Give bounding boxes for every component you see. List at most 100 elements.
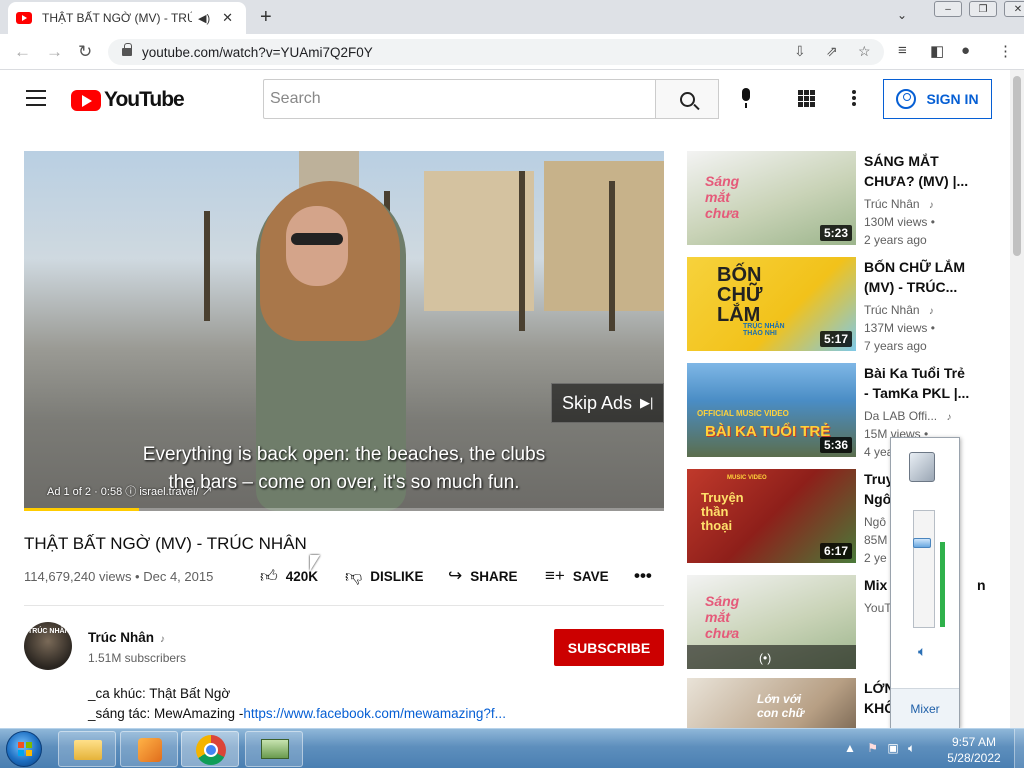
video-frame-building [424, 171, 534, 311]
tab-title: THẬT BẤT NGỜ (MV) - TRÚC [42, 11, 192, 25]
system-tray: ▲ ⚑ ▣ 🔈︎ [844, 741, 915, 756]
thumbnail-text: Truyện thần thoại [701, 490, 744, 533]
info-icon[interactable]: ⓘ [125, 486, 139, 498]
minimize-icon[interactable]: – [934, 1, 962, 17]
ad-progress-bar[interactable] [24, 508, 664, 511]
mouse-cursor [310, 555, 320, 571]
volume-tray-icon[interactable]: 🔈︎ [908, 741, 915, 755]
media-control-icon[interactable]: ≡ [898, 42, 907, 59]
clock-time: 9:57 AM [951, 735, 997, 749]
network-icon[interactable]: ▣ [887, 741, 898, 755]
channel-avatar[interactable]: TRÚC NHÂN [24, 622, 72, 670]
taskbar-media-player-button[interactable] [120, 731, 178, 767]
more-actions-button[interactable]: ••• [634, 566, 652, 586]
taskbar-app-button[interactable] [245, 731, 303, 767]
tab-search-icon[interactable]: ⌄ [897, 8, 907, 22]
ad-source-link[interactable]: israel.travel/ [139, 486, 198, 498]
title-line: CHƯA? (MV) |... [864, 173, 969, 189]
volume-slider[interactable] [913, 510, 945, 628]
close-window-icon[interactable]: ✕ [1004, 1, 1024, 17]
recommendation-item[interactable]: BỐN CHỮ LẮM TRÚC NHÂN THẢO NHI 5:17 BỐN … [687, 257, 1007, 353]
show-desktop-button[interactable] [1014, 729, 1024, 768]
video-views-date: 114,679,240 views • Dec 4, 2015 [24, 569, 214, 584]
apps-grid-icon[interactable] [798, 90, 815, 107]
channel-name[interactable]: Trúc Nhân ♪ [88, 630, 165, 645]
volume-slider-thumb[interactable] [913, 538, 931, 549]
page-scrollbar[interactable] [1010, 70, 1024, 728]
recommendation-thumbnail[interactable]: Sáng mắt chưa (•) [687, 575, 856, 669]
video-frame-palm [519, 171, 525, 331]
recommendation-channel[interactable]: Trúc Nhân ♪ [864, 195, 984, 215]
recommendation-thumbnail[interactable]: MUSIC VIDEO Truyện thần thoại 6:17 [687, 469, 856, 563]
url-text[interactable]: youtube.com/watch?v=YUAmi7Q2F0Y [142, 45, 373, 60]
taskbar-chrome-button[interactable] [181, 731, 239, 767]
scrollbar-thumb[interactable] [1013, 76, 1021, 256]
forward-icon[interactable]: → [46, 42, 63, 62]
speaker-device-icon[interactable] [909, 452, 935, 482]
install-icon[interactable]: ⇩ [794, 43, 806, 60]
omnibox[interactable]: youtube.com/watch?v=YUAmi7Q2F0Y ⇩ ⇗ ☆ [108, 39, 884, 65]
channel-name-text[interactable]: Trúc Nhân [88, 630, 154, 645]
recommendation-thumbnail[interactable]: Lớn với con chữ [687, 678, 856, 728]
lock-icon[interactable] [122, 43, 132, 56]
monitor-app-icon [261, 739, 289, 759]
folder-icon [74, 740, 102, 760]
show-hidden-icons-icon[interactable]: ▲ [844, 741, 856, 755]
recommendation-thumbnail[interactable]: Sáng mắt chưa 5:23 [687, 151, 856, 245]
recommendation-title[interactable]: BỐN CHỮ LẮM (MV) - TRÚC... [864, 257, 974, 297]
video-duration: 6:17 [819, 543, 852, 559]
chrome-menu-icon[interactable]: ⋮ [998, 42, 1013, 60]
video-duration: 5:17 [819, 331, 852, 347]
recommendation-views: 137M views • [864, 321, 935, 335]
youtube-logo[interactable]: YouTube [71, 88, 185, 112]
subscribe-button[interactable]: SUBSCRIBE [554, 629, 664, 666]
microphone-icon[interactable] [740, 88, 752, 108]
thumbnail-subtext: MUSIC VIDEO [727, 475, 767, 481]
action-center-icon[interactable]: ⚑ [867, 741, 878, 755]
search-button[interactable] [655, 79, 719, 119]
mixer-link[interactable]: Mixer [891, 688, 959, 728]
back-icon[interactable]: ← [14, 42, 31, 62]
recommendation-channel[interactable]: Da LAB Offi... ♪ [864, 407, 984, 427]
video-frame-sunglasses [291, 233, 343, 245]
new-tab-icon[interactable]: + [260, 6, 272, 29]
dislike-button[interactable]: 👎︎ DISLIKE [345, 566, 424, 587]
taskbar-explorer-button[interactable] [58, 731, 116, 767]
sign-in-button[interactable]: SIGN IN [883, 79, 992, 119]
mute-speaker-icon[interactable]: 🔈︎ [918, 643, 926, 660]
reload-icon[interactable]: ↻ [78, 42, 92, 62]
search-input[interactable]: Search [263, 79, 656, 119]
divider [24, 605, 664, 606]
recommendation-age: 2 years ago [864, 233, 927, 247]
settings-more-icon[interactable] [852, 90, 856, 106]
tab-close-icon[interactable]: ✕ [222, 10, 233, 26]
recommendation-title[interactable]: SÁNG MẮT CHƯA? (MV) |... [864, 151, 974, 191]
menu-icon[interactable] [26, 90, 46, 106]
recommendation-thumbnail[interactable]: BỐN CHỮ LẮM TRÚC NHÂN THẢO NHI 5:17 [687, 257, 856, 351]
youtube-favicon-icon [16, 12, 32, 24]
recommendation-title[interactable]: Bài Ka Tuổi Trẻ - TamKa PKL |... [864, 363, 974, 403]
recommendation-channel[interactable]: Trúc Nhân ♪ [864, 301, 984, 321]
skip-ads-button[interactable]: Skip Ads ▶| [551, 383, 664, 423]
taskbar-clock[interactable]: 9:57 AM 5/28/2022 [940, 734, 1008, 766]
profile-icon[interactable]: ● [961, 42, 970, 59]
side-panel-icon[interactable]: ◧ [930, 42, 944, 60]
save-button[interactable]: ≡+ SAVE [545, 566, 609, 586]
sign-in-label: SIGN IN [926, 91, 979, 107]
recommendation-thumbnail[interactable]: OFFICIAL MUSIC VIDEO BÀI KA TUỔI TRẺ 5:3… [687, 363, 856, 457]
thumbnail-text: Sáng mắt chưa [705, 593, 740, 641]
external-link-icon[interactable]: ↗ [202, 486, 213, 498]
browser-tab[interactable]: THẬT BẤT NGỜ (MV) - TRÚC ◀) ✕ [8, 2, 246, 34]
bookmark-star-icon[interactable]: ☆ [858, 43, 871, 60]
start-button[interactable] [6, 731, 42, 767]
video-player[interactable]: Skip Ads ▶| Everything is back open: the… [24, 151, 664, 511]
share-button[interactable]: ↪ SHARE [448, 566, 518, 586]
recommendation-item[interactable]: Sáng mắt chưa 5:23 SÁNG MẮT CHƯA? (MV) |… [687, 151, 1007, 247]
video-frame-building [544, 161, 664, 311]
share-page-icon[interactable]: ⇗ [826, 43, 838, 60]
music-note-icon: ♪ [160, 634, 166, 645]
restore-icon[interactable]: ❐ [969, 1, 997, 17]
tab-audio-icon[interactable]: ◀) [198, 12, 210, 25]
mix-radio-icon: (•) [759, 651, 772, 665]
description-link[interactable]: https://www.facebook.com/mewamazing?f... [243, 706, 506, 721]
